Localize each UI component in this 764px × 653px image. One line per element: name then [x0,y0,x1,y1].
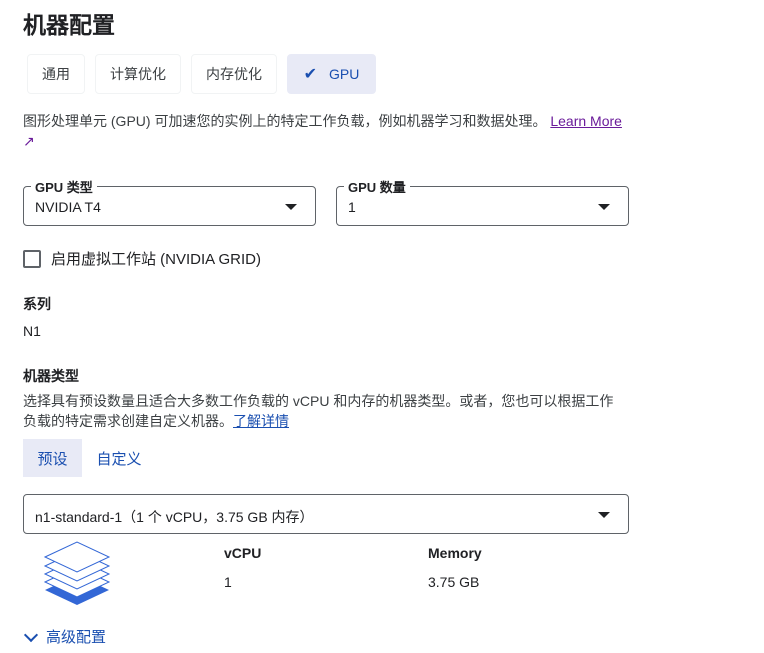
vcpu-value: 1 [224,574,232,590]
chevron-down-icon [23,627,39,642]
checkbox[interactable] [23,249,41,268]
vws-checkbox-row[interactable]: 启用虚拟工作站 (NVIDIA GRID) [23,248,261,269]
series-value: N1 [23,323,41,339]
dropdown-arrow-icon [598,512,610,518]
machine-type-value: n1-standard-1（1 个 vCPU，3.75 GB 内存） [35,509,314,525]
memory-label: Memory [428,545,482,561]
machine-stack-icon [43,541,111,605]
memory-value: 3.75 GB [428,574,480,590]
learn-more-link[interactable]: Learn More [550,113,622,129]
learn-details-link[interactable]: 了解详情 [233,413,289,429]
tab-compute-optimized[interactable]: 计算优化 [95,54,181,94]
gpu-type-select[interactable]: GPU 类型 NVIDIA T4 [23,177,316,226]
gpu-description-text: 图形处理单元 (GPU) 可加速您的实例上的特定工作负载，例如机器学习和数据处理… [23,113,547,129]
dropdown-arrow-icon [598,204,610,210]
desc-line1: 选择具有预设数量且适合大多数工作负载的 vCPU 和内存的机器类型。或者，您也可… [23,393,614,409]
tab-memory-optimized[interactable]: 内存优化 [191,54,277,94]
external-link-icon[interactable]: ↗ [23,133,35,149]
page-title: 机器配置 [23,12,115,38]
gpu-count-select[interactable]: GPU 数量 1 [336,177,629,226]
vcpu-label: vCPU [224,545,262,561]
series-label: 系列 [23,296,51,312]
gpu-type-value: NVIDIA T4 [35,199,101,215]
machine-type-description: 选择具有预设数量且适合大多数工作负载的 vCPU 和内存的机器类型。或者，您也可… [23,391,643,431]
gpu-type-label: GPU 类型 [31,177,97,196]
advanced-config-toggle[interactable]: 高级配置 [23,626,107,647]
machine-type-select[interactable]: n1-standard-1（1 个 vCPU，3.75 GB 内存） [23,494,629,534]
gpu-count-value: 1 [348,199,356,215]
gpu-count-label: GPU 数量 [344,177,410,196]
advanced-config-label: 高级配置 [46,629,107,646]
tab-custom[interactable]: 自定义 [84,439,154,477]
tab-gpu[interactable]: ✔ GPU [287,54,376,94]
desc-line2: 负载的特定需求创建自定义机器。 [23,413,233,429]
dropdown-arrow-icon [285,204,297,210]
gpu-description: 图形处理单元 (GPU) 可加速您的实例上的特定工作负载，例如机器学习和数据处理… [23,111,643,151]
machine-type-label: 机器类型 [23,368,79,384]
check-icon: ✔ [303,66,318,83]
vws-checkbox-label: 启用虚拟工作站 (NVIDIA GRID) [51,251,262,268]
tab-preset[interactable]: 预设 [23,439,82,477]
tab-gpu-label: GPU [329,66,360,82]
tab-general[interactable]: 通用 [27,54,85,94]
